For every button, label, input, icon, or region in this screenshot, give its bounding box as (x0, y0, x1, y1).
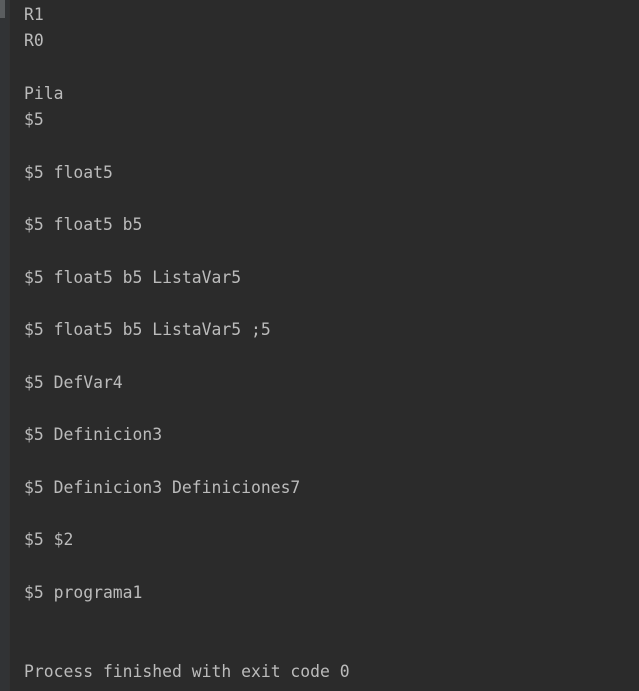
exit-status-line: Process finished with exit code 0 (24, 661, 350, 681)
console-line: R0 (24, 31, 44, 51)
console-line: $5 $2 (24, 530, 74, 550)
console-line: $5 Definicion3 (24, 425, 163, 445)
console-line: $5 programa1 (24, 582, 143, 602)
console-line: R1 (24, 5, 44, 24)
console-gutter (0, 0, 10, 691)
console-line: Pila (24, 83, 64, 103)
console-line: $5 float5 b5 (24, 215, 143, 235)
scrollbar-thumb[interactable] (0, 0, 5, 18)
console-output: R1 R0 Pila $5 $5 float5 $5 float5 b5 $5 float5… (24, 2, 350, 685)
console-line: $5 DefVar4 (24, 372, 123, 392)
console-line: $5 float5 b5 ListaVar5 (24, 267, 242, 287)
console-line: $5 (24, 110, 44, 130)
console-line: $5 float5 b5 ListaVar5 ;5 (24, 320, 271, 340)
console-line: $5 Definicion3 Definiciones7 (24, 477, 301, 497)
console-line: $5 float5 (24, 162, 113, 182)
